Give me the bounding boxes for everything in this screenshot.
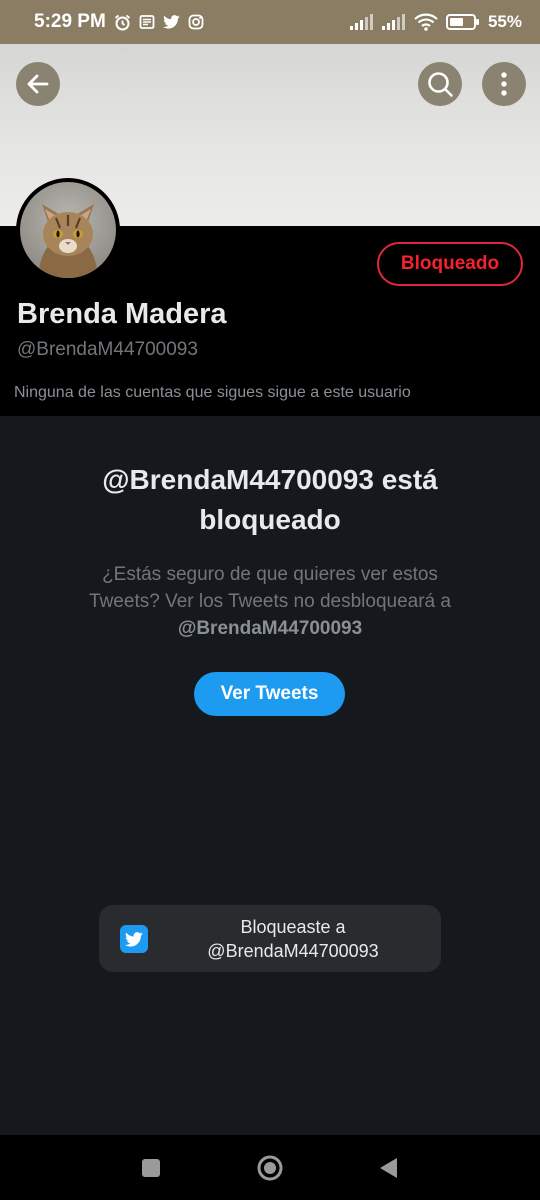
back-triangle-icon: [380, 1158, 397, 1178]
cat-avatar-icon: [20, 182, 116, 278]
blocked-description: ¿Estás seguro de que quieres ver estos T…: [60, 561, 480, 642]
more-options-button[interactable]: [482, 62, 526, 106]
toast-line1: Bloqueaste a: [240, 917, 346, 937]
blocked-description-line2: Tweets? Ver los Tweets no desbloqueará a: [89, 591, 451, 612]
news-icon: [139, 14, 155, 30]
twitter-icon: [162, 15, 180, 29]
search-icon: [428, 72, 453, 97]
toast-line2: @BrendaM44700093: [207, 941, 379, 961]
blocked-title-line1: @BrendaM44700093 está: [102, 464, 438, 495]
back-button[interactable]: [16, 62, 60, 106]
battery-icon: [445, 13, 480, 31]
avatar[interactable]: [16, 178, 120, 282]
status-notification-icons: [114, 14, 204, 31]
profile-handle: @BrendaM44700093: [17, 339, 198, 360]
arrow-left-icon: [27, 74, 49, 94]
recents-square-icon: [142, 1159, 160, 1177]
signal-icon: [381, 14, 406, 30]
status-system-icons: 55%: [349, 12, 522, 32]
blocked-button[interactable]: Bloqueado: [377, 242, 523, 286]
signal-icon: [349, 14, 374, 30]
blocked-title-line2: bloqueado: [199, 504, 341, 535]
toast-message: Bloqueaste a @BrendaM44700093: [169, 915, 417, 963]
status-bar: 5:29 PM 55%: [0, 0, 540, 44]
home-circle-icon: [257, 1155, 283, 1181]
home-button[interactable]: [255, 1153, 285, 1183]
search-button[interactable]: [418, 62, 462, 106]
profile-display-name: Brenda Madera: [17, 298, 227, 330]
blocked-description-line1: ¿Estás seguro de que quieres ver estos: [102, 564, 438, 585]
blocked-title: @BrendaM44700093 está bloqueado: [40, 460, 500, 540]
twitter-icon: [120, 925, 148, 953]
more-vertical-icon: [501, 72, 507, 96]
battery-level: 55%: [487, 12, 522, 31]
alarm-icon: [114, 14, 131, 31]
system-nav-bar: [0, 1135, 540, 1200]
blocked-toast: Bloqueaste a @BrendaM44700093: [99, 905, 441, 972]
status-time: 5:29 PM: [34, 11, 106, 32]
nav-back-button[interactable]: [375, 1155, 401, 1181]
blocked-description-handle: @BrendaM44700093: [177, 618, 363, 639]
instagram-icon: [188, 14, 204, 30]
wifi-icon: [414, 13, 438, 31]
followers-you-know-note: Ninguna de las cuentas que sigues sigue …: [14, 384, 411, 401]
recents-button[interactable]: [138, 1155, 164, 1181]
view-tweets-button[interactable]: Ver Tweets: [194, 672, 345, 716]
